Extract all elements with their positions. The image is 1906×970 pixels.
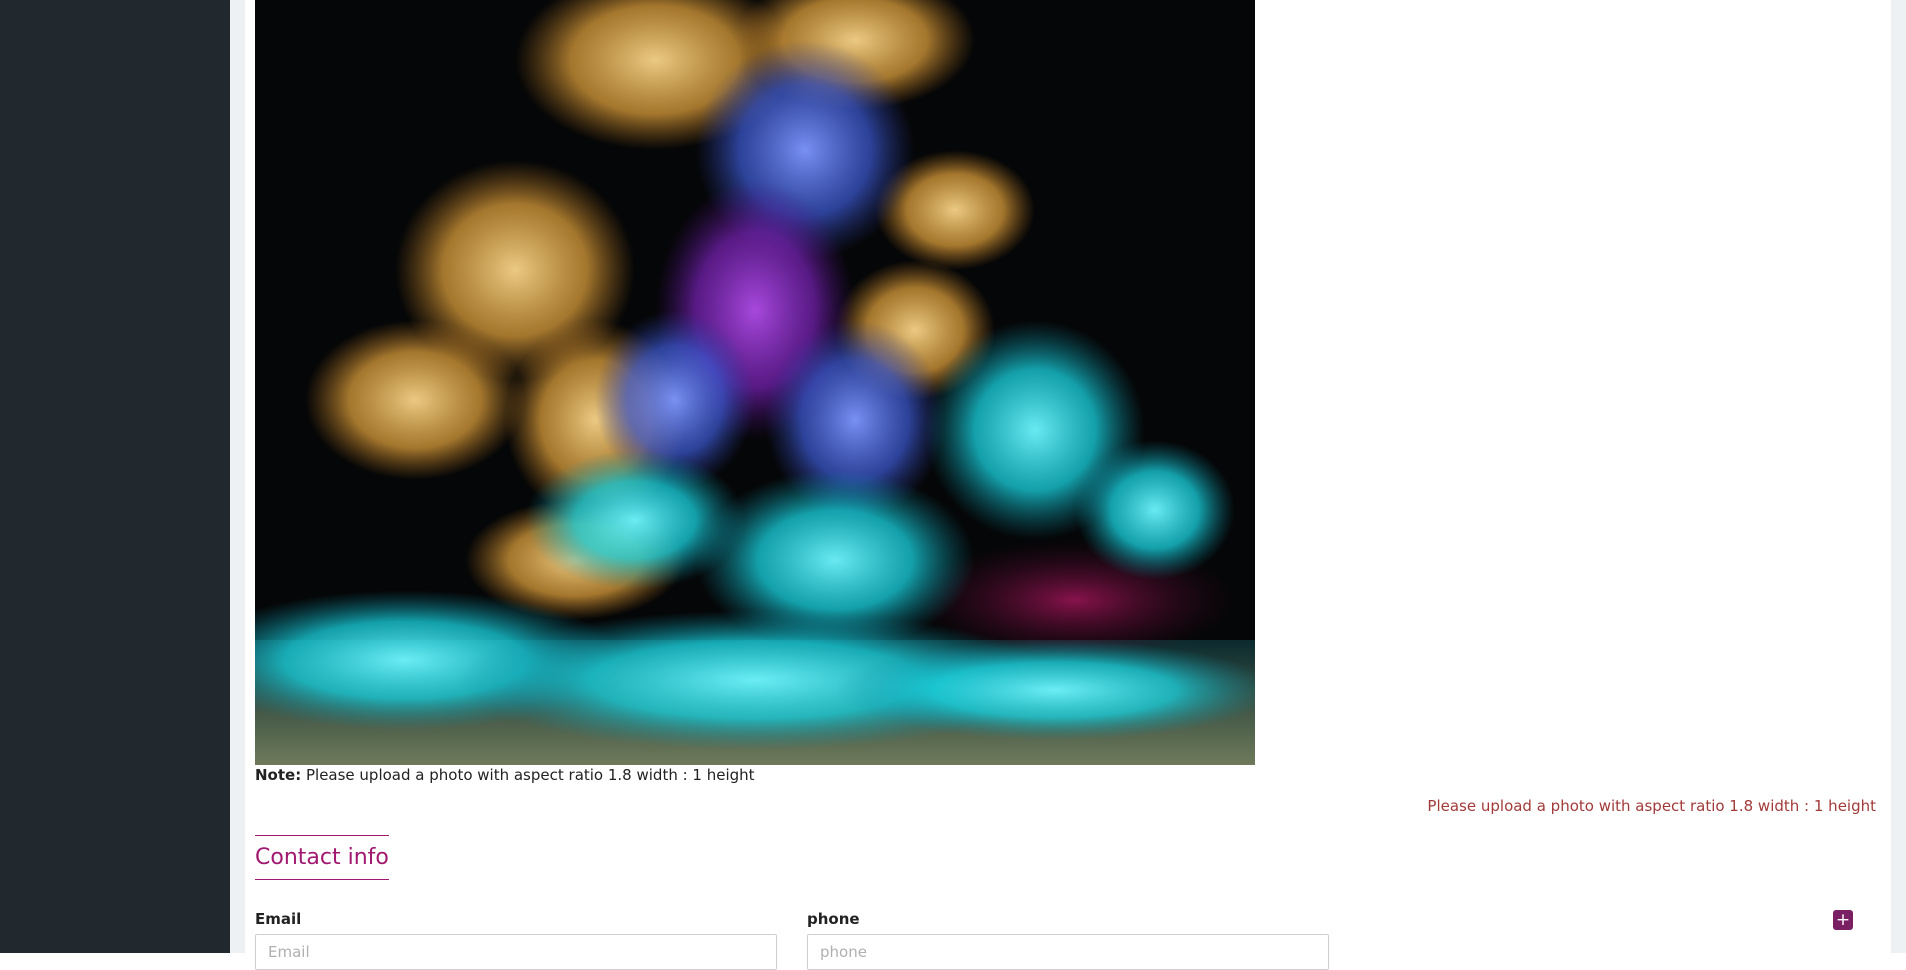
validation-error: Please upload a photo with aspect ratio … — [1427, 797, 1876, 815]
email-field[interactable] — [255, 934, 777, 970]
contact-info-heading: Contact info — [255, 835, 389, 880]
left-gutter — [230, 0, 245, 953]
phone-label: phone — [807, 910, 860, 928]
email-label: Email — [255, 910, 302, 928]
main-content: Note: Please upload a photo with aspect … — [245, 0, 1891, 970]
uploaded-photo-preview[interactable] — [255, 0, 1255, 765]
note-text: Please upload a photo with aspect ratio … — [305, 766, 755, 784]
sidebar — [0, 0, 230, 953]
add-contact-button[interactable]: + — [1833, 910, 1853, 930]
note-prefix: Note: — [255, 766, 302, 784]
phone-field[interactable] — [807, 934, 1329, 970]
plus-icon: + — [1835, 910, 1851, 930]
upload-note: Note: Please upload a photo with aspect … — [255, 766, 755, 784]
right-gutter — [1891, 0, 1906, 953]
